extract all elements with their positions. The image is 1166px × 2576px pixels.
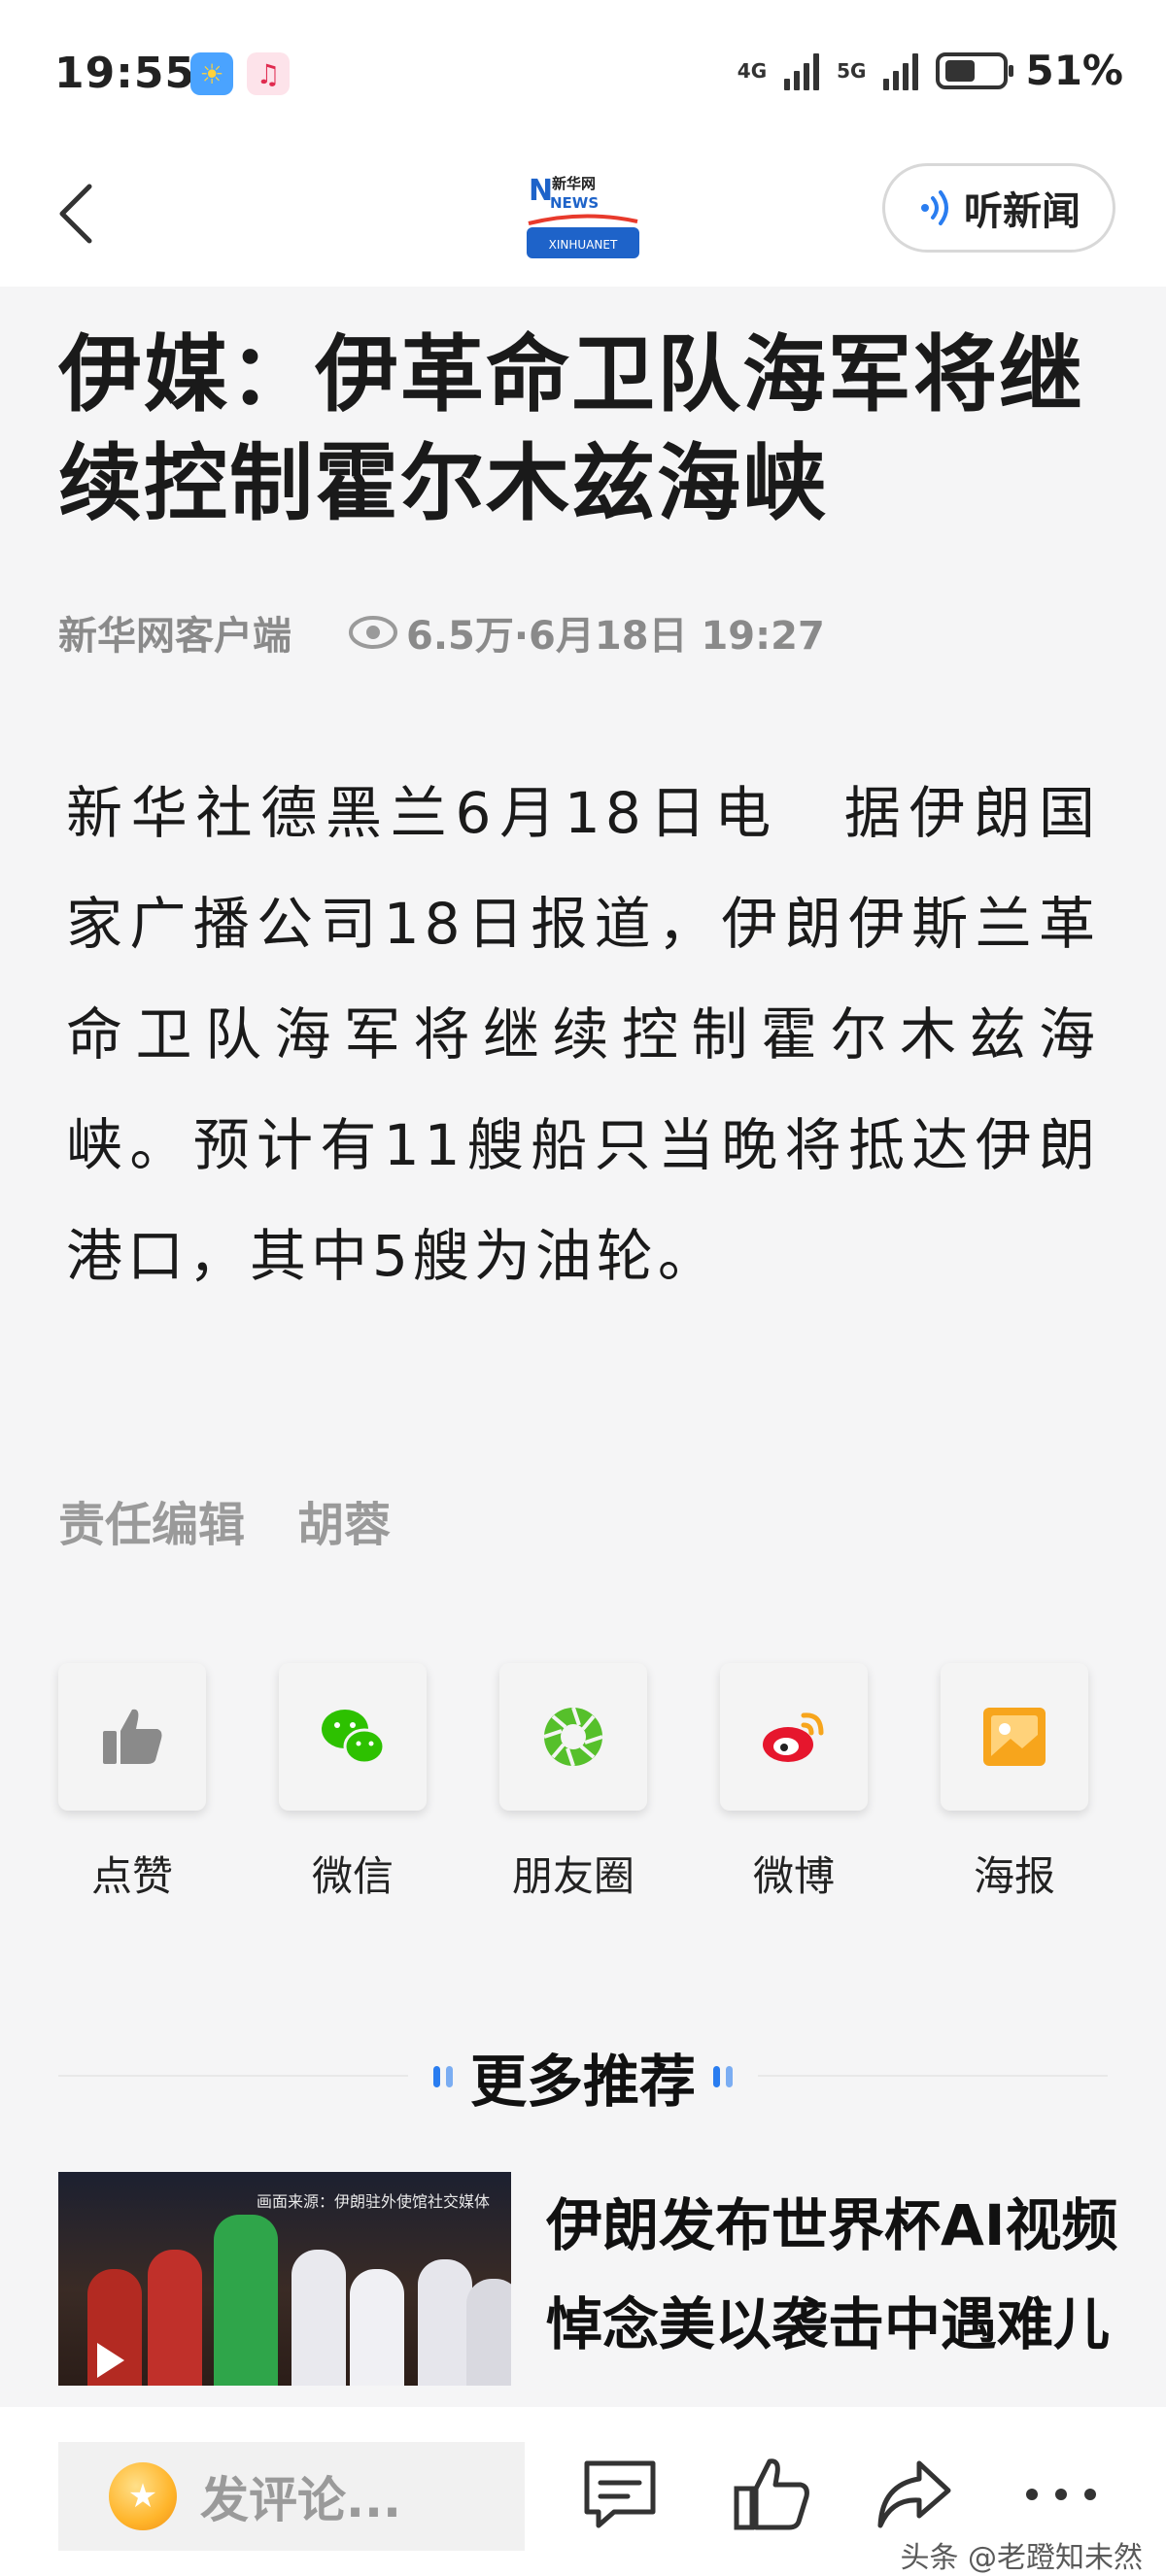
watermark: 头条 @老蹬知未然 bbox=[900, 2541, 1143, 2575]
eye-icon bbox=[349, 616, 397, 649]
weather-icon: ☀ bbox=[190, 52, 233, 95]
editor-label: 责任编辑 bbox=[58, 1498, 246, 1552]
logo-bottom-text: XINHUANET bbox=[549, 238, 618, 252]
share-poster-box[interactable] bbox=[941, 1663, 1088, 1811]
share-weibo[interactable]: 微博 bbox=[720, 1663, 868, 1903]
editor-line: 责任编辑 胡蓉 bbox=[58, 1486, 391, 1554]
more-recommend-header: 更多推荐 bbox=[408, 2038, 758, 2116]
article-body: 新华社德黑兰6月18日电 据伊朗国家广播公司18日报道，伊朗伊斯兰革命卫队海军将… bbox=[66, 780, 1100, 1289]
coin-icon: ★ bbox=[109, 2462, 177, 2530]
moments-icon bbox=[543, 1707, 603, 1767]
more-icon[interactable] bbox=[1020, 2454, 1102, 2535]
share-weibo-label: 微博 bbox=[752, 1852, 835, 1900]
thumbs-up-icon bbox=[103, 1709, 162, 1764]
audio-wave-icon bbox=[921, 190, 948, 225]
article-headline: 伊媒：伊革命卫队海军将继续控制霍尔木兹海峡 bbox=[58, 326, 1084, 532]
xinhuanet-logo: N 新华网 NEWS XINHUANET bbox=[527, 174, 639, 258]
article-meta: 新华网客户端 6.5万·6月18日 19:27 bbox=[58, 604, 825, 661]
share-wechat[interactable]: 微信 bbox=[279, 1663, 427, 1903]
status-indicators: 4G 5G 51% bbox=[737, 47, 1123, 94]
like-icon[interactable] bbox=[731, 2454, 812, 2535]
share-row: 点赞 微信 朋友圈 微博 海报 bbox=[58, 1663, 1088, 1903]
signal-icon-2 bbox=[883, 51, 919, 90]
poster-icon bbox=[983, 1708, 1046, 1766]
signal-icon bbox=[784, 51, 820, 90]
more-recommend-title: 更多推荐 bbox=[469, 2049, 696, 2115]
music-icon: ♫ bbox=[247, 52, 290, 95]
network-4g-label: 4G bbox=[737, 58, 768, 83]
recommend-title[interactable]: 伊朗发布世界杯AI视频 悼念美以袭击中遇难儿童 bbox=[546, 2176, 1119, 2386]
logo-top-text: 新华网 bbox=[552, 175, 596, 192]
recommend-thumbnail[interactable]: 画面来源：伊朗驻外使馆社交媒体 bbox=[58, 2172, 511, 2386]
logo-mid-text: NEWS bbox=[550, 194, 599, 212]
listen-news-button[interactable]: 听新闻 bbox=[882, 163, 1115, 253]
network-5g-label: 5G bbox=[837, 58, 867, 83]
back-button[interactable] bbox=[47, 175, 105, 253]
comment-icon[interactable] bbox=[579, 2454, 661, 2535]
wechat-icon bbox=[322, 1710, 386, 1765]
share-like[interactable]: 点赞 bbox=[58, 1663, 206, 1903]
article-source: 新华网客户端 bbox=[58, 614, 292, 659]
status-time: 19:55 bbox=[54, 49, 196, 98]
share-moments-label: 朋友圈 bbox=[511, 1852, 634, 1900]
nav-bar: N 新华网 NEWS XINHUANET 听新闻 bbox=[0, 146, 1166, 287]
share-wechat-label: 微信 bbox=[311, 1852, 394, 1900]
status-bar: 19:55 ☀ ♫ 4G 5G 51% bbox=[0, 0, 1166, 146]
share-weibo-box[interactable] bbox=[720, 1663, 868, 1811]
share-moments[interactable]: 朋友圈 bbox=[499, 1663, 647, 1903]
chevron-left-icon bbox=[59, 184, 92, 244]
accent-marks-left bbox=[432, 2066, 453, 2087]
battery-icon bbox=[936, 51, 1014, 89]
share-like-box[interactable] bbox=[58, 1663, 206, 1811]
comment-input[interactable]: ★ 发评论... bbox=[58, 2442, 525, 2551]
comment-placeholder: 发评论... bbox=[200, 2472, 401, 2528]
share-wechat-box[interactable] bbox=[279, 1663, 427, 1811]
views-and-date: 6.5万·6月18日 19:27 bbox=[406, 614, 825, 659]
listen-news-label: 听新闻 bbox=[964, 189, 1080, 234]
battery-percent: 51% bbox=[1025, 47, 1123, 94]
status-app-icons: ☀ ♫ bbox=[190, 52, 290, 95]
share-poster-label: 海报 bbox=[973, 1852, 1055, 1900]
share-moments-box[interactable] bbox=[499, 1663, 647, 1811]
share-icon[interactable] bbox=[873, 2454, 954, 2535]
share-poster[interactable]: 海报 bbox=[941, 1663, 1088, 1903]
play-icon bbox=[97, 2343, 124, 2378]
editor-name: 胡蓉 bbox=[297, 1498, 392, 1552]
accent-marks-right bbox=[713, 2066, 733, 2087]
weibo-icon bbox=[763, 1712, 824, 1762]
thumbnail-caption: 画面来源：伊朗驻外使馆社交媒体 bbox=[256, 2192, 490, 2211]
share-like-label: 点赞 bbox=[90, 1852, 173, 1900]
